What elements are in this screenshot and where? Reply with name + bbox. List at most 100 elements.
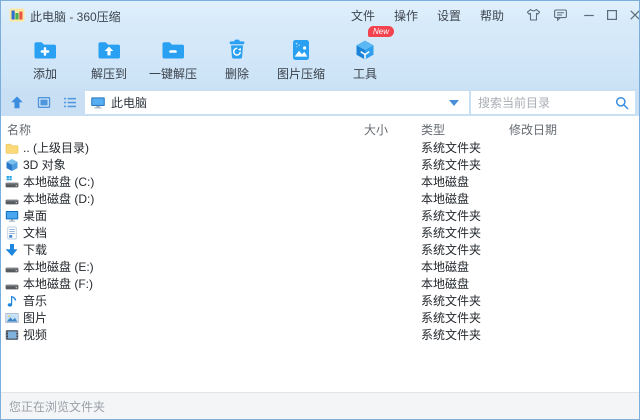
maximize-button[interactable] [604,7,620,23]
one-click-extract-button[interactable]: 一键解压 [141,29,205,89]
file-type: 系统文件夹 [421,309,481,326]
window-title: 此电脑 - 360压缩 [30,8,121,25]
table-row[interactable]: 下载 系统文件夹 [1,241,639,258]
feedback-bubble-icon [553,8,568,22]
menu-settings[interactable]: 设置 [437,7,461,24]
delete-trash-icon [224,37,250,63]
table-row[interactable]: 图片 系统文件夹 [1,309,639,326]
documents-icon [5,226,19,240]
table-row[interactable]: .. (上级目录) 系统文件夹 [1,139,639,156]
table-row[interactable]: 本地磁盘 (D:) 本地磁盘 [1,190,639,207]
list-view-icon [62,95,78,110]
toolbar-label: 图片压缩 [277,65,325,82]
desktop-icon [5,209,19,223]
status-bar: 您正在浏览文件夹 [1,392,639,419]
file-name: 本地磁盘 (C:) [23,173,94,190]
file-name: .. (上级目录) [23,139,89,156]
file-name: 本地磁盘 (F:) [23,275,93,292]
icon-view-button[interactable] [34,93,53,112]
address-bar[interactable]: 此电脑 [85,91,469,114]
this-pc-icon [90,95,106,110]
file-type: 系统文件夹 [421,241,481,258]
list-view-button[interactable] [60,93,79,112]
delete-button[interactable]: 删除 [205,29,269,89]
file-type: 本地磁盘 [421,173,469,190]
navigation-row: 此电脑 [1,89,639,116]
file-type: 系统文件夹 [421,207,481,224]
table-row[interactable]: 桌面 系统文件夹 [1,207,639,224]
minimize-button[interactable] [581,7,597,23]
file-type: 系统文件夹 [421,139,481,156]
toolbar-label: 一键解压 [149,65,197,82]
titlebar-tools [525,1,568,29]
videos-icon [5,328,19,342]
pictures-icon [5,311,19,325]
file-type: 本地磁盘 [421,275,469,292]
current-location: 此电脑 [111,94,147,111]
table-row[interactable]: 3D 对象 系统文件夹 [1,156,639,173]
table-row[interactable]: 本地磁盘 (C:) 本地磁盘 [1,173,639,190]
maximize-icon [605,8,619,22]
extract-to-folder-icon [96,37,122,63]
image-compress-icon [288,37,314,63]
tools-cube-icon [352,37,378,63]
extract-to-button[interactable]: 解压到 [77,29,141,89]
toolbar-label: 添加 [33,65,57,82]
file-type: 系统文件夹 [421,326,481,343]
app-logo-icon [9,7,25,23]
feedback-button[interactable] [552,7,568,23]
menu-operation[interactable]: 操作 [394,7,418,24]
file-name: 本地磁盘 (D:) [23,190,94,207]
toolbar-label: 删除 [225,65,249,82]
system-drive-icon [5,175,19,189]
file-type: 系统文件夹 [421,156,481,173]
window-controls [581,1,640,29]
image-compress-button[interactable]: 图片压缩 [269,29,333,89]
app-window: 此电脑 - 360压缩 文件 操作 设置 帮助 [0,0,640,420]
table-row[interactable]: 视频 系统文件夹 [1,326,639,343]
menubar: 文件 操作 设置 帮助 [351,1,504,29]
file-type: 系统文件夹 [421,292,481,309]
column-header-size[interactable]: 大小 [364,121,388,138]
music-icon [5,294,19,308]
file-name: 文档 [23,224,47,241]
column-header-name[interactable]: 名称 [7,121,31,138]
search-icon[interactable] [614,95,630,111]
file-name: 3D 对象 [23,156,66,173]
table-row[interactable]: 文档 系统文件夹 [1,224,639,241]
drive-icon [5,192,19,206]
close-button[interactable] [627,7,640,23]
address-dropdown-icon[interactable] [449,100,459,106]
column-header-row: 名称 大小 类型 修改日期 [1,116,639,139]
shirt-icon [526,8,541,22]
skin-theme-button[interactable] [525,7,541,23]
file-name: 本地磁盘 (E:) [23,258,94,275]
status-text: 您正在浏览文件夹 [9,398,105,415]
toolbar-label: 工具 [353,65,377,82]
up-directory-button[interactable] [7,93,26,112]
one-click-extract-icon [160,37,186,63]
file-name: 视频 [23,326,47,343]
toolbar: 添加 解压到 一键解压 删除 [1,29,639,89]
tools-button[interactable]: 工具 New [333,29,397,89]
add-button[interactable]: 添加 [13,29,77,89]
file-name: 桌面 [23,207,47,224]
table-row[interactable]: 音乐 系统文件夹 [1,292,639,309]
add-folder-icon [32,37,58,63]
menu-file[interactable]: 文件 [351,7,375,24]
drive-icon [5,260,19,274]
up-arrow-icon [9,95,25,110]
file-list: .. (上级目录) 系统文件夹 3D 对象 系统文件夹 本地磁盘 (C:) 本地… [1,139,639,391]
table-row[interactable]: 本地磁盘 (E:) 本地磁盘 [1,258,639,275]
table-row[interactable]: 本地磁盘 (F:) 本地磁盘 [1,275,639,292]
menu-help[interactable]: 帮助 [480,7,504,24]
drive-icon [5,277,19,291]
search-input[interactable] [478,91,608,114]
column-header-date[interactable]: 修改日期 [509,121,557,138]
file-type: 本地磁盘 [421,258,469,275]
column-header-type[interactable]: 类型 [421,121,445,138]
toolbar-label: 解压到 [91,65,127,82]
3d-objects-icon [5,158,19,172]
panel-view-icon [36,95,52,110]
downloads-icon [5,243,19,257]
